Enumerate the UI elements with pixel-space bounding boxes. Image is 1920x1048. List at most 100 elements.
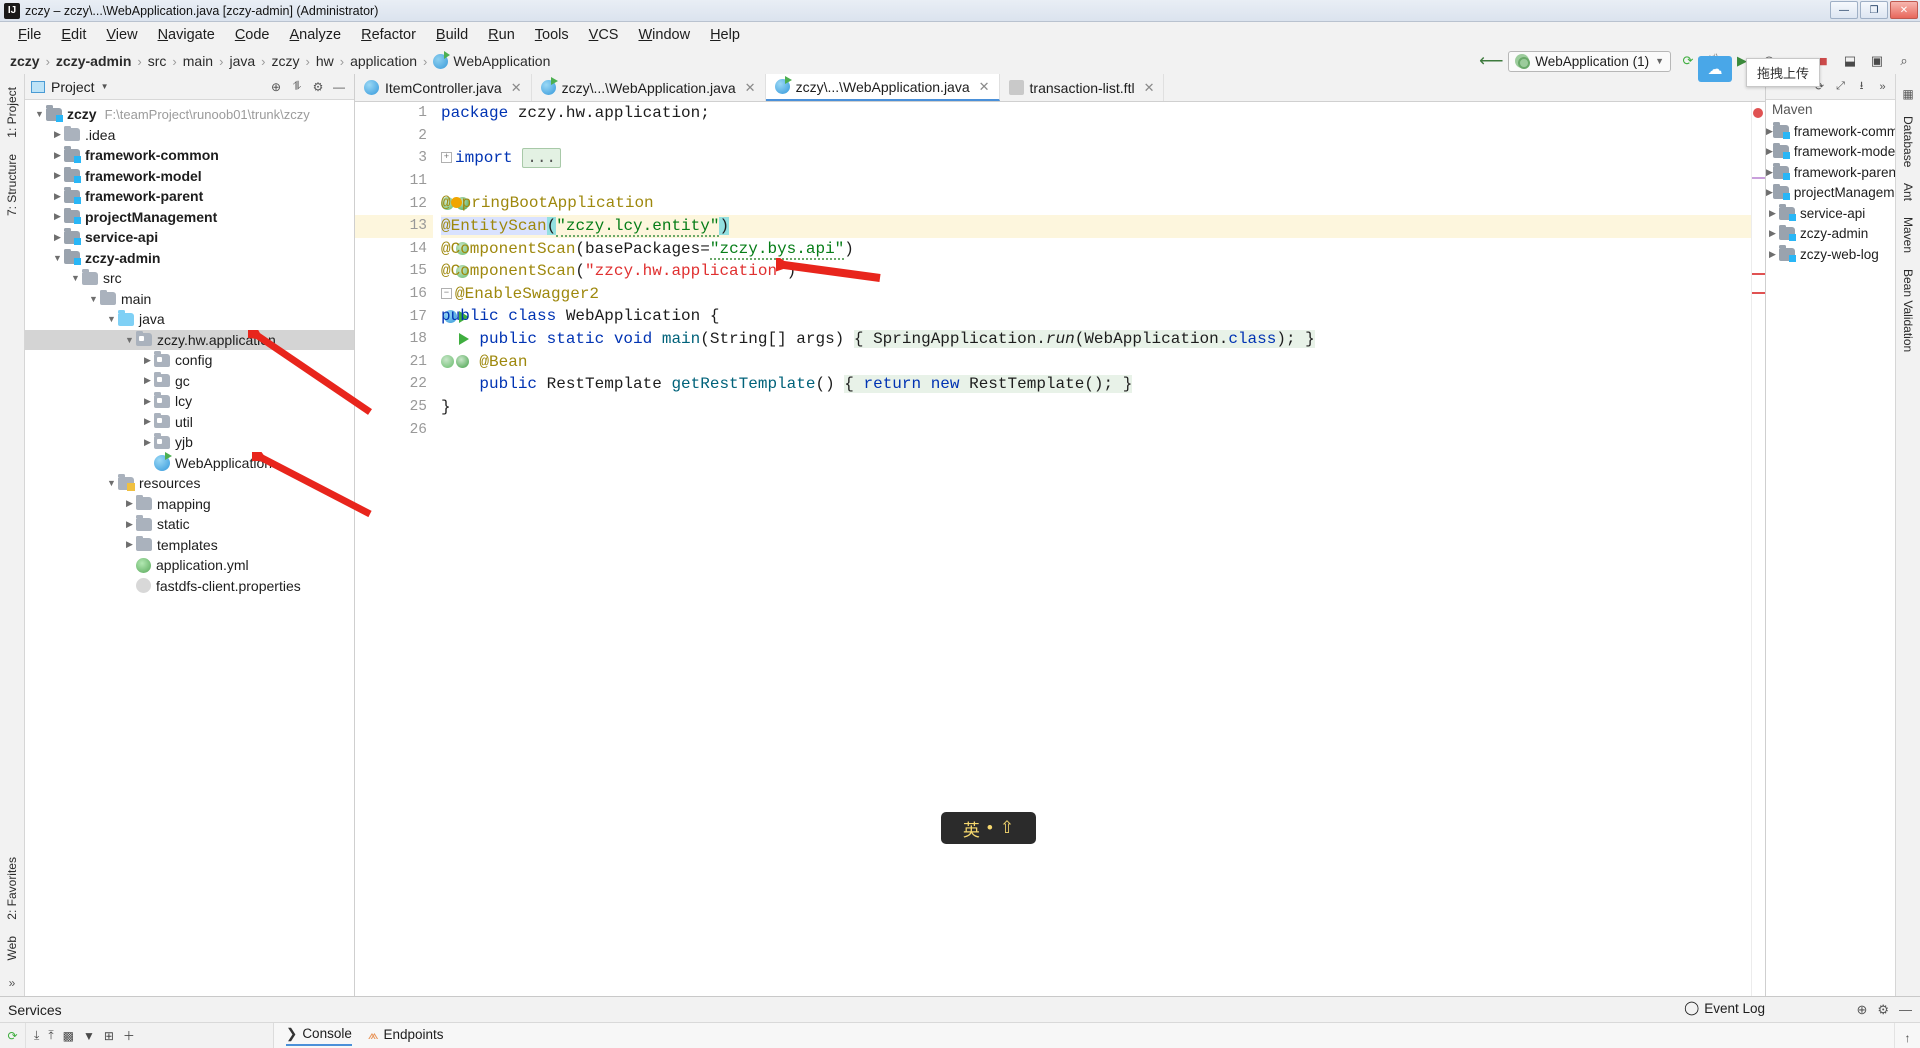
breadcrumb-item-zczy[interactable]: zczy: [271, 53, 299, 69]
filter-icon[interactable]: ▼: [83, 1029, 95, 1043]
chevron-right-icon[interactable]: ▶: [1766, 146, 1773, 157]
expand-all-icon[interactable]: ⤓: [34, 1028, 39, 1043]
collapse-all-icon[interactable]: ⥮: [288, 78, 306, 96]
tree-node-mapping[interactable]: ▶ mapping: [25, 494, 354, 515]
menu-item-vcs[interactable]: VCS: [579, 24, 629, 46]
breadcrumb-item-zczy[interactable]: zczy: [10, 53, 40, 69]
maven-project-projectmanagement[interactable]: ▶ projectManagement: [1766, 183, 1895, 204]
locate-icon[interactable]: ⊕: [267, 78, 285, 96]
menu-item-refactor[interactable]: Refactor: [351, 24, 426, 46]
menu-bar[interactable]: File Edit View Navigate Code Analyze Refactor B…: [0, 22, 1920, 48]
gutter-line-26[interactable]: 26: [355, 418, 433, 441]
chevron-down-icon[interactable]: ▼: [123, 335, 136, 345]
tree-node-frameworkcommon[interactable]: ▶ framework-common: [25, 145, 354, 166]
expand-rail-icon[interactable]: »: [3, 973, 22, 992]
editor-tab-bar[interactable]: ItemController.java ✕ zczy\...\WebApplicat…: [355, 74, 1765, 102]
chevron-right-icon[interactable]: ▶: [123, 519, 136, 530]
chevron-down-icon[interactable]: ▼: [69, 273, 82, 283]
chevron-down-icon[interactable]: ▼: [51, 253, 64, 263]
gutter-line-14[interactable]: 14: [355, 238, 469, 261]
tree-node-static[interactable]: ▶ static: [25, 514, 354, 535]
close-icon[interactable]: ✕: [745, 80, 756, 96]
editor-tab-zczywebapplicationjava[interactable]: zczy\...\WebApplication.java ✕: [765, 74, 1000, 101]
stripe-mark[interactable]: [1752, 292, 1765, 294]
maven-project-zczyweblog[interactable]: ▶ zczy-web-log: [1766, 244, 1895, 265]
chevron-right-icon[interactable]: ▶: [51, 150, 64, 161]
download-icon[interactable]: ⭳: [1853, 78, 1870, 95]
search-everywhere-icon[interactable]: ⌕: [1894, 51, 1914, 71]
chevron-right-icon[interactable]: ▶: [51, 191, 64, 202]
chevron-right-icon[interactable]: ▶: [141, 396, 154, 407]
more-icon[interactable]: »: [1874, 78, 1891, 95]
tree-node-applicationyml[interactable]: application.yml: [25, 555, 354, 576]
chevron-right-icon[interactable]: ▶: [1766, 126, 1773, 137]
tree-node-templates[interactable]: ▶ templates: [25, 535, 354, 556]
editor-tab-itemcontrollerjava[interactable]: ItemController.java ✕: [355, 74, 532, 101]
chevron-right-icon[interactable]: ▶: [1766, 208, 1779, 219]
menu-item-code[interactable]: Code: [225, 24, 280, 46]
tree-node-frameworkmodel[interactable]: ▶ framework-model: [25, 166, 354, 187]
tree-node-projectmanagement[interactable]: ▶ projectManagement: [25, 207, 354, 228]
sidebar-item-project[interactable]: 1: Project: [1, 80, 23, 145]
menu-item-file[interactable]: File: [8, 24, 51, 46]
console-tab-endpoints[interactable]: ⩕ Endpoints: [368, 1027, 444, 1045]
project-tree[interactable]: ▼ zczy F:\teamProject\runoob01\trunk\zczy ▶…: [25, 100, 354, 996]
cloud-upload-icon[interactable]: ☁: [1698, 56, 1732, 82]
tree-node-resources[interactable]: ▼ resources: [25, 473, 354, 494]
sidebar-item-favorites[interactable]: 2: Favorites: [1, 850, 23, 927]
close-icon[interactable]: ✕: [979, 79, 990, 95]
editor-tab-zczywebapplicationjava[interactable]: zczy\...\WebApplication.java ✕: [531, 74, 766, 101]
import-fold-pill[interactable]: ...: [522, 148, 562, 169]
settings-icon[interactable]: ⚙: [309, 78, 327, 96]
sidebar-item-structure[interactable]: 7: Structure: [1, 147, 23, 223]
chevron-down-icon[interactable]: ▼: [33, 109, 46, 119]
maven-tool-window[interactable]: ⟳ ⤢ ⭳ » Maven ▶framework-common▶framewor…: [1765, 74, 1895, 996]
chevron-down-icon[interactable]: ▼: [101, 82, 109, 91]
chevron-right-icon[interactable]: ▶: [51, 129, 64, 140]
menu-item-build[interactable]: Build: [426, 24, 478, 46]
tree-node-config[interactable]: ▶ config: [25, 350, 354, 371]
project-tool-window[interactable]: Project ▼ ⊕ ⥮ ⚙ — ▼ zczy F:\teamProject\ru…: [25, 74, 355, 996]
chevron-right-icon[interactable]: ▶: [141, 416, 154, 427]
open-browser-icon[interactable]: ▣: [1867, 51, 1887, 71]
tree-node-java[interactable]: ▼ java: [25, 309, 354, 330]
sidebar-item-ant[interactable]: Ant: [1897, 176, 1919, 208]
gutter-line-13[interactable]: 13: [355, 214, 433, 238]
close-icon[interactable]: ✕: [511, 80, 522, 96]
services-body[interactable]: ⟳ 🐞 ■ 📷 ⎘ ⤓ ⤒ ▩ ▼ ⊞ ＋ ▼Spring Boot▼Runni…: [0, 1022, 1920, 1048]
fold-toggle-icon[interactable]: −: [441, 288, 452, 300]
gutter-line-16[interactable]: 16: [355, 283, 433, 306]
editor-tab-transactionlistftl[interactable]: transaction-list.ftl ✕: [999, 74, 1165, 101]
close-button[interactable]: ✕: [1890, 1, 1918, 19]
error-indicator[interactable]: [1753, 108, 1763, 118]
tree-node-zczy[interactable]: ▼ zczy F:\teamProject\runoob01\trunk\zczy: [25, 104, 354, 125]
chevron-right-icon[interactable]: ▶: [51, 232, 64, 243]
collapse-all-icon[interactable]: ⤒: [48, 1028, 53, 1043]
services-tree-panel[interactable]: ⤓ ⤒ ▩ ▼ ⊞ ＋ ▼Spring Boot▼RunningWebAppli…: [26, 1023, 274, 1048]
rerun-icon[interactable]: ⟳: [4, 1027, 22, 1045]
plus-icon[interactable]: ＋: [123, 1027, 135, 1044]
window-controls[interactable]: — ❐ ✕: [1830, 1, 1918, 19]
breadcrumb-item-java[interactable]: java: [229, 53, 255, 69]
right-tool-rail[interactable]: ▦ Database Ant Maven Bean Validation: [1895, 74, 1920, 996]
menu-item-view[interactable]: View: [96, 24, 147, 46]
grid-icon[interactable]: ▦: [1899, 84, 1918, 103]
menu-item-help[interactable]: Help: [700, 24, 750, 46]
stripe-mark[interactable]: [1752, 273, 1765, 275]
hide-icon[interactable]: —: [1899, 1002, 1912, 1017]
gutter-line-21[interactable]: 21: [355, 351, 469, 374]
tree-node-serviceapi[interactable]: ▶ service-api: [25, 227, 354, 248]
gutter-line-2[interactable]: 2: [355, 125, 433, 148]
chevron-right-icon[interactable]: ▶: [123, 498, 136, 509]
services-run-toolbar[interactable]: ⟳ 🐞 ■ 📷 ⎘: [0, 1023, 26, 1048]
hammer-icon[interactable]: ⟵: [1479, 51, 1503, 71]
tree-node-frameworkparent[interactable]: ▶ framework-parent: [25, 186, 354, 207]
code-editor[interactable]: 1 2 3 11 12 13 14 15 16 17 18 21 22 25 26 package zczy…: [355, 102, 1765, 996]
chevron-right-icon[interactable]: ▶: [123, 539, 136, 550]
close-icon[interactable]: ✕: [1144, 80, 1155, 96]
settings-icon[interactable]: ⚙: [1877, 1002, 1889, 1018]
chevron-right-icon[interactable]: ▶: [51, 211, 64, 222]
gutter-line-18[interactable]: 18: [355, 328, 469, 351]
tree-node-fastdfsclientproperties[interactable]: fastdfs-client.properties: [25, 576, 354, 597]
breadcrumb-item-zczyadmin[interactable]: zczy-admin: [56, 53, 131, 69]
